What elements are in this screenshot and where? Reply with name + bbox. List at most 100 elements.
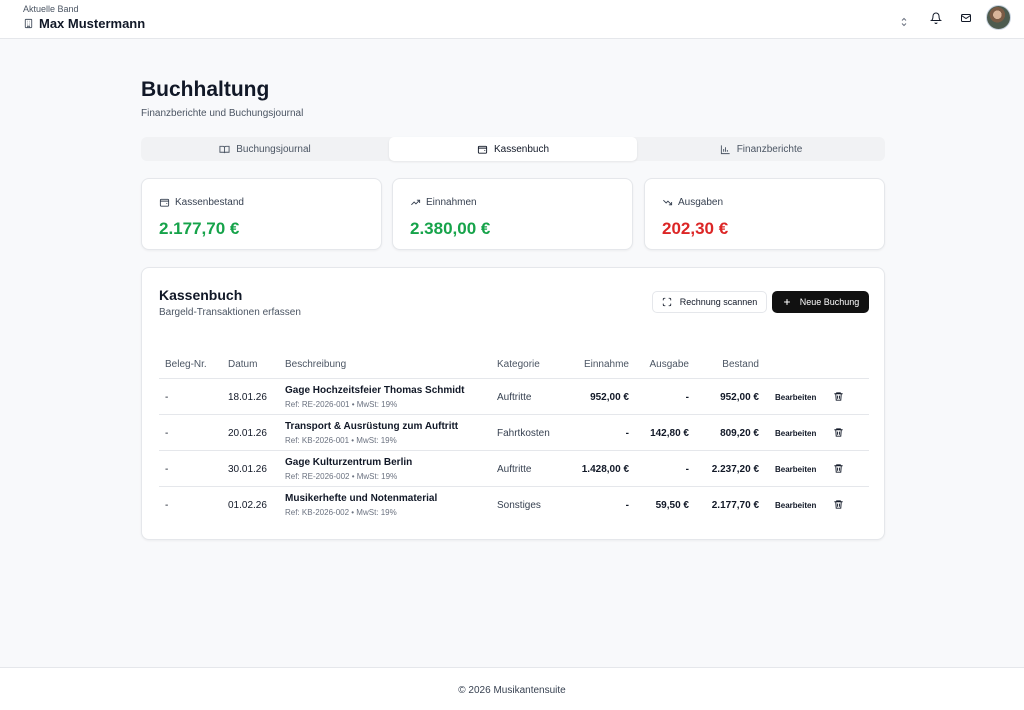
building-icon (24, 18, 33, 29)
column-header: Bestand (722, 359, 759, 370)
book-open-icon (219, 145, 230, 153)
category-cell: Auftritte (497, 464, 532, 475)
mail-icon (961, 14, 971, 22)
stat-card-ausgaben: Ausgaben 202,30 € (644, 178, 885, 250)
category-cell: Sonstiges (497, 500, 541, 511)
bell-icon (930, 12, 942, 24)
band-label: Aktuelle Band (23, 4, 79, 14)
expense-cell: - (685, 464, 689, 475)
balance-cell: 809,20 € (720, 428, 759, 439)
table-row: - 01.02.26 Musikerhefte und Notenmateria… (159, 487, 869, 523)
card-title: Kassenbuch (159, 287, 243, 303)
tab-buchungsjournal[interactable]: Buchungsjournal (141, 137, 389, 161)
messages-button[interactable] (954, 6, 978, 30)
trash-icon (834, 428, 843, 437)
table-row: - 30.01.26 Gage Kulturzentrum Berlin Ref… (159, 451, 869, 487)
band-select-chevron[interactable] (898, 15, 910, 27)
user-avatar[interactable] (986, 5, 1011, 30)
trash-icon (834, 464, 843, 473)
scan-invoice-label: Rechnung scannen (679, 297, 758, 307)
reference-cell: Ref: RE-2026-002 • MwSt: 19% (285, 472, 398, 481)
beleg-cell: - (165, 428, 169, 439)
delete-button[interactable] (833, 499, 844, 510)
stat-card-kassenbestand: Kassenbestand 2.177,70 € (141, 178, 382, 250)
description-cell: Musikerhefte und Notenmaterial (285, 493, 438, 504)
description-cell: Gage Kulturzentrum Berlin (285, 457, 413, 468)
top-bar: Aktuelle Band Max Mustermann (0, 0, 1024, 39)
date-cell: 30.01.26 (228, 464, 267, 475)
expense-cell: 59,50 € (655, 500, 689, 511)
delete-button[interactable] (833, 427, 844, 438)
tab-label: Finanzberichte (736, 143, 803, 155)
band-switcher[interactable]: Max Mustermann (23, 16, 145, 31)
table-header: Beleg-Nr. Datum Beschreibung Kategorie E… (159, 351, 869, 379)
tab-list: Buchungsjournal Kassenbuch Finanzbericht… (141, 137, 885, 161)
income-cell: 1.428,00 € (581, 464, 629, 475)
stat-value: 202,30 € (662, 219, 729, 238)
column-header: Beleg-Nr. (165, 359, 207, 370)
column-header: Einnahme (583, 359, 629, 370)
income-cell: - (625, 500, 629, 511)
tab-label: Kassenbuch (493, 143, 550, 155)
reference-cell: Ref: KB-2026-001 • MwSt: 19% (285, 436, 397, 445)
kassenbuch-card: Kassenbuch Bargeld-Transaktionen erfasse… (141, 267, 885, 540)
beleg-cell: - (165, 464, 169, 475)
stat-value: 2.380,00 € (410, 219, 491, 238)
category-cell: Fahrtkosten (497, 428, 550, 439)
wallet-icon (477, 145, 488, 154)
footer-copyright: © 2026 Musikantensuite (458, 685, 566, 696)
date-cell: 01.02.26 (228, 500, 267, 511)
stat-label: Einnahmen (426, 197, 477, 208)
scan-icon (662, 297, 671, 307)
chevrons-up-down-icon (901, 17, 907, 27)
new-booking-button[interactable]: Neue Buchung (772, 291, 869, 313)
band-name: Max Mustermann (39, 16, 146, 31)
stat-value: 2.177,70 € (159, 219, 240, 238)
date-cell: 20.01.26 (228, 428, 267, 439)
new-booking-label: Neue Buchung (799, 297, 860, 307)
delete-button[interactable] (833, 391, 844, 402)
tab-finanzberichte[interactable]: Finanzberichte (637, 137, 885, 161)
tab-kassenbuch[interactable]: Kassenbuch (389, 137, 637, 161)
description-cell: Gage Hochzeitsfeier Thomas Schmidt (285, 385, 465, 396)
column-header: Kategorie (497, 359, 540, 370)
edit-button[interactable]: Bearbeiten (775, 427, 816, 440)
trash-icon (834, 500, 843, 509)
balance-cell: 2.177,70 € (711, 500, 759, 511)
stat-label: Ausgaben (678, 197, 724, 208)
table-row: - 18.01.26 Gage Hochzeitsfeier Thomas Sc… (159, 379, 869, 415)
beleg-cell: - (165, 500, 169, 511)
notifications-button[interactable] (924, 6, 948, 30)
edit-button[interactable]: Bearbeiten (775, 499, 816, 512)
reference-cell: Ref: KB-2026-002 • MwSt: 19% (285, 508, 397, 517)
tab-label: Buchungsjournal (236, 143, 311, 155)
footer: © 2026 Musikantensuite (0, 667, 1024, 710)
description-cell: Transport & Ausrüstung zum Auftritt (285, 421, 459, 432)
edit-button[interactable]: Bearbeiten (775, 463, 816, 476)
trending-down-icon (663, 199, 673, 206)
page-subtitle: Finanzberichte und Buchungsjournal (141, 108, 304, 119)
edit-button[interactable]: Bearbeiten (775, 391, 816, 404)
expense-cell: 142,80 € (650, 428, 689, 439)
date-cell: 18.01.26 (228, 392, 267, 403)
beleg-cell: - (165, 392, 169, 403)
page-title: Buchhaltung (141, 78, 270, 101)
category-cell: Auftritte (497, 392, 532, 403)
plus-icon (783, 299, 790, 305)
reference-cell: Ref: RE-2026-001 • MwSt: 19% (285, 400, 398, 409)
column-header: Ausgabe (649, 359, 689, 370)
balance-cell: 2.237,20 € (711, 464, 759, 475)
balance-cell: 952,00 € (720, 392, 759, 403)
stat-card-einnahmen: Einnahmen 2.380,00 € (392, 178, 633, 250)
trending-up-icon (411, 199, 421, 206)
wallet-icon (159, 198, 170, 207)
trash-icon (834, 392, 843, 401)
delete-button[interactable] (833, 463, 844, 474)
scan-invoice-button[interactable]: Rechnung scannen (652, 291, 767, 313)
table-row: - 20.01.26 Transport & Ausrüstung zum Au… (159, 415, 869, 451)
card-subtitle: Bargeld-Transaktionen erfassen (159, 307, 301, 318)
bar-chart-icon (720, 144, 730, 154)
income-cell: - (625, 428, 629, 439)
expense-cell: - (685, 392, 689, 403)
income-cell: 952,00 € (590, 392, 629, 403)
